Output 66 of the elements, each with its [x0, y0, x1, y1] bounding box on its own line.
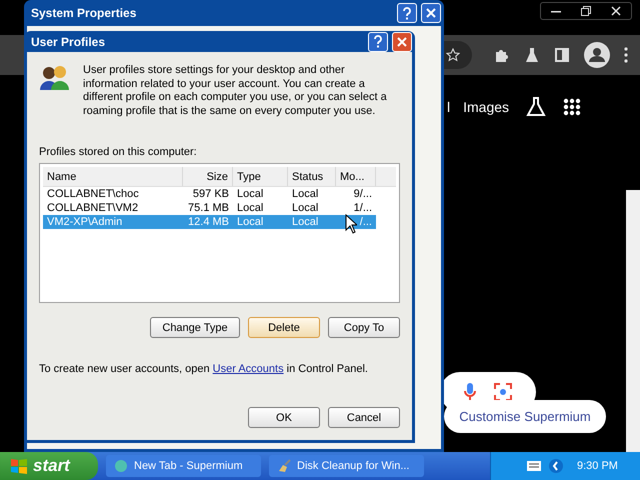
column-header[interactable]: Type [233, 167, 288, 186]
column-header[interactable]: Status [288, 167, 336, 186]
table-cell-text: Local [236, 201, 264, 215]
help-icon [373, 35, 383, 48]
keyboard-icon[interactable] [527, 461, 541, 471]
chevron-left-icon[interactable] [549, 459, 563, 473]
window-title: System Properties [31, 6, 138, 20]
table-cell-text: COLLABNET\choc [46, 187, 140, 201]
nav-link[interactable]: Images [463, 99, 510, 115]
profile-row[interactable]: COLLABNET\VM2 75.1 MB Local Local 1/... [43, 201, 376, 215]
table-cell-text: COLLABNET\VM2 [46, 201, 140, 215]
action-button[interactable]: Copy To [328, 317, 400, 338]
table-cell-text: Local [236, 187, 264, 201]
close-icon [397, 36, 407, 46]
profiles-list[interactable]: Name Size Type Status Mo... COLLABNET\choc 597 KB Local Local 9/... COLLABNET\VM2 75.1 MB Local Local 1/... VM2-XP\Admin 12.4 MB Local Local /... [39, 163, 400, 303]
cancel-button[interactable]: Cancel [328, 407, 400, 428]
profile-row[interactable]: COLLABNET\choc 597 KB Local Local 9/... [43, 187, 376, 201]
table-cell-text: 12.4 MB [187, 215, 230, 229]
table-cell-text: Local [291, 201, 320, 215]
table-cell-text: Local [291, 215, 320, 229]
table-cell-text: 9/... [352, 187, 373, 201]
menu-icon[interactable] [624, 47, 628, 63]
table-cell-text: 75.1 MB [187, 201, 230, 215]
customise-button[interactable]: Customise Supermium [444, 400, 606, 433]
footer-text: To create new user accounts, open User Accounts in Control Panel. [39, 363, 369, 375]
taskbar-button[interactable]: New Tab - Supermium [106, 455, 261, 477]
windows-logo-icon [10, 457, 28, 475]
users-icon [39, 64, 71, 92]
column-header[interactable]: Mo... [336, 167, 376, 186]
taskbar-button[interactable]: Disk Cleanup for Win... [269, 455, 424, 477]
broom-icon [277, 459, 291, 473]
extensions-icon[interactable] [494, 47, 510, 63]
help-button[interactable] [397, 3, 417, 23]
help-icon [402, 6, 412, 20]
column-header[interactable]: Size [183, 167, 233, 186]
close-button[interactable] [392, 32, 412, 52]
help-button[interactable] [368, 32, 388, 52]
action-button[interactable]: Delete [248, 317, 320, 338]
table-cell-text: 1/... [352, 201, 373, 215]
description-text: User profiles store settings for your desktop and other information related to your user account. You can create a different profile on each computer you use, or you can select a roaming profile that is the same on every computer you use. [83, 64, 388, 118]
flask-icon[interactable] [525, 96, 548, 118]
close-icon [426, 8, 436, 18]
apps-grid-icon[interactable] [563, 98, 582, 116]
profiles-label: Profiles stored on this computer: [39, 146, 198, 158]
user-accounts-link[interactable]: User Accounts [212, 363, 284, 375]
table-cell-text: VM2-XP\Admin [46, 215, 124, 229]
table-cell-text: Local [236, 215, 264, 229]
microphone-icon[interactable] [464, 382, 476, 402]
dialog-title: User Profiles [31, 34, 106, 48]
nav-link[interactable]: l [447, 99, 450, 115]
ok-button[interactable]: OK [248, 407, 320, 428]
table-cell-text: /... [358, 215, 373, 229]
scrollbar[interactable] [626, 190, 640, 452]
star-icon[interactable] [446, 48, 460, 62]
flask-icon[interactable] [524, 47, 540, 63]
cursor-icon [345, 214, 357, 234]
avatar-icon[interactable] [584, 42, 610, 68]
column-header[interactable]: Name [43, 167, 183, 186]
action-button[interactable]: Change Type [150, 317, 240, 338]
clock: 9:30 PM [577, 460, 618, 472]
close-button[interactable] [421, 3, 441, 23]
table-cell-text: 597 KB [192, 187, 230, 201]
camera-search-icon[interactable] [494, 383, 512, 401]
start-button[interactable]: start [0, 452, 98, 480]
table-cell-text: Local [291, 187, 320, 201]
side-panel-icon[interactable] [554, 47, 570, 63]
